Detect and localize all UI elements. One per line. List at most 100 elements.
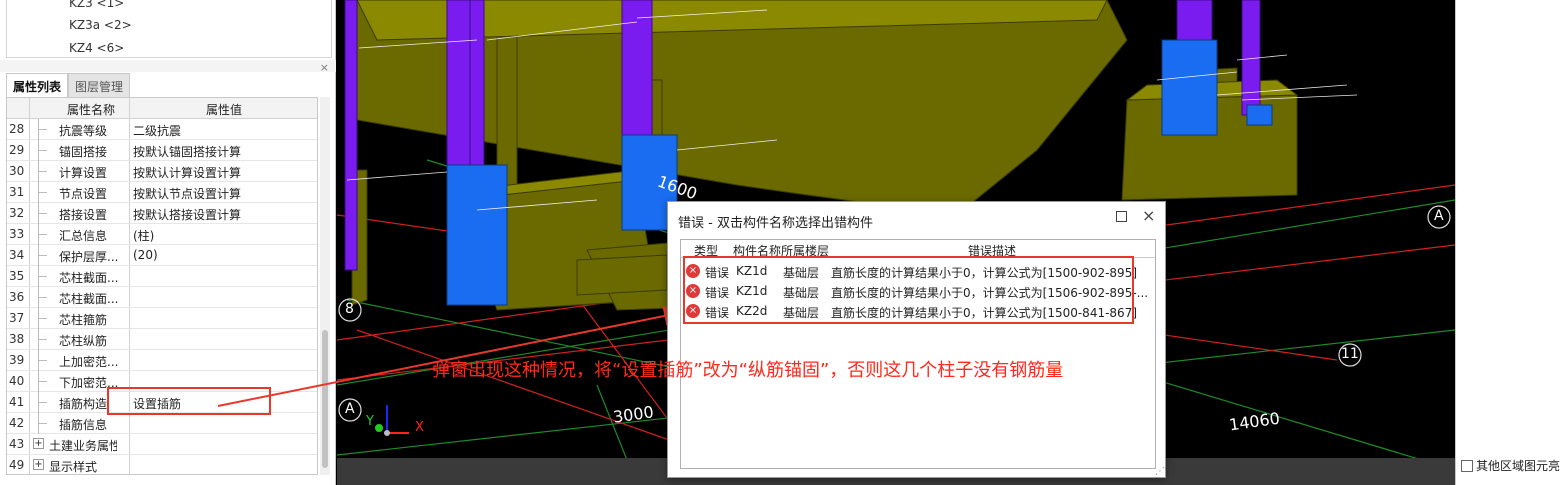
property-value[interactable]: (20) [133, 248, 313, 262]
property-row[interactable]: 37 芯柱箍筋 [7, 308, 317, 329]
property-row[interactable]: 39 上加密范... [7, 350, 317, 371]
property-row[interactable]: 49 + 显示样式 [7, 455, 317, 474]
tree-line [38, 360, 47, 361]
property-name: 显示样式 [49, 460, 98, 474]
tree-line [38, 381, 47, 382]
expand-icon[interactable]: + [33, 438, 44, 449]
property-name: 芯柱纵筋 [59, 334, 108, 348]
property-row[interactable]: 30 计算设置 按默认计算设置计算 [7, 161, 317, 182]
property-name: 抗震等级 [59, 124, 108, 138]
property-name: 保护层厚... [59, 250, 119, 264]
row-number: 43 [9, 437, 25, 451]
row-number: 29 [9, 143, 25, 157]
dialog-title: 错误 - 双击构件名称选择出错构件 [678, 216, 873, 231]
tab-property-list[interactable]: 属性列表 [6, 73, 69, 97]
row-number: 32 [9, 206, 25, 220]
property-table-header: 属性名称 属性值 [7, 98, 317, 119]
property-row[interactable]: 32 搭接设置 按默认搭接设置计算 [7, 203, 317, 224]
close-icon[interactable]: × [1142, 206, 1155, 225]
checkbox-icon[interactable] [1461, 459, 1473, 472]
tree-line [38, 318, 47, 319]
property-value[interactable]: (柱) [133, 227, 313, 244]
tree-line [38, 171, 47, 172]
row-number: 49 [9, 458, 25, 472]
property-row[interactable]: 43 + 土建业务属性 [7, 434, 317, 455]
property-row[interactable]: 35 芯柱截面... [7, 266, 317, 287]
highlight-error-rows [683, 256, 1134, 324]
property-row[interactable]: 29 锚固搭接 按默认锚固搭接计算 [7, 140, 317, 161]
highlight-rebar-setting [107, 387, 271, 415]
row-number: 39 [9, 353, 25, 367]
property-value[interactable]: 二级抗震 [133, 122, 313, 139]
property-name: 搭接设置 [59, 208, 108, 222]
panel-separator [0, 60, 336, 72]
property-row[interactable]: 33 汇总信息 (柱) [7, 224, 317, 245]
tree-line [38, 234, 47, 235]
property-name: 汇总信息 [59, 229, 108, 243]
axis-label: 11 [1341, 346, 1359, 362]
axis-label: 8 [345, 301, 354, 317]
tab-layer-management[interactable]: 图层管理 [68, 73, 131, 97]
tree-line [38, 255, 47, 256]
panel-tabs: 属性列表 图层管理 [6, 73, 131, 97]
tree-line [38, 297, 47, 298]
expand-icon[interactable]: + [33, 459, 44, 470]
tree-line [38, 402, 47, 403]
tree-line [38, 423, 47, 424]
tree-line [38, 192, 47, 193]
property-value[interactable]: 按默认搭接设置计算 [133, 206, 313, 223]
header-property-value: 属性值 [205, 103, 242, 117]
property-row[interactable]: 28 抗震等级 二级抗震 [7, 119, 317, 140]
checkbox-label: 其他区域图元亮 [1476, 459, 1561, 473]
property-row[interactable]: 38 芯柱纵筋 [7, 329, 317, 350]
tree-line [38, 129, 47, 130]
tree-line [38, 276, 47, 277]
row-number: 36 [9, 290, 25, 304]
property-value[interactable]: 按默认节点设置计算 [133, 185, 313, 202]
row-number: 41 [9, 395, 25, 409]
property-name: 锚固搭接 [59, 145, 108, 159]
scrollbar-thumb[interactable] [322, 330, 328, 468]
property-value[interactable]: 按默认计算设置计算 [133, 164, 313, 181]
row-number: 34 [9, 248, 25, 262]
y-axis-label: Y [366, 414, 374, 429]
row-number: 33 [9, 227, 25, 241]
row-number: 28 [9, 122, 25, 136]
property-row[interactable]: 34 保护层厚... (20) [7, 245, 317, 266]
component-tree: KZ3 <1> KZ3a <2> KZ4 <6> [6, 0, 332, 58]
axis-label: A [1434, 208, 1444, 224]
property-name: 芯柱截面... [59, 271, 119, 285]
tree-line [38, 150, 47, 151]
tree-item[interactable]: KZ4 <6> [69, 41, 124, 55]
property-row[interactable]: 36 芯柱截面... [7, 287, 317, 308]
tree-item[interactable]: KZ3 <1> [69, 0, 124, 10]
error-dialog: 错误 - 双击构件名称选择出错构件 × 类型 构件名称 所属楼层 错误描述 × … [667, 201, 1166, 478]
row-number: 38 [9, 332, 25, 346]
property-value[interactable]: 按默认锚固搭接计算 [133, 143, 313, 160]
close-icon[interactable]: × [320, 61, 329, 74]
maximize-icon[interactable] [1116, 211, 1127, 222]
axis-label: A [345, 401, 355, 417]
property-row[interactable]: 31 节点设置 按默认节点设置计算 [7, 182, 317, 203]
property-table: 属性名称 属性值 28 抗震等级 二级抗震 29 锚固搭接 按默认锚固搭接计算 30 计算设置… [6, 97, 318, 475]
row-number: 31 [9, 185, 25, 199]
row-number: 40 [9, 374, 25, 388]
row-number: 37 [9, 311, 25, 325]
row-number: 35 [9, 269, 25, 283]
tree-item[interactable]: KZ3a <2> [69, 18, 132, 32]
other-area-highlight-checkbox[interactable]: 其他区域图元亮 [1461, 457, 1560, 474]
tree-line [38, 339, 47, 340]
row-number: 30 [9, 164, 25, 178]
x-axis-label: X [415, 420, 424, 435]
property-name: 节点设置 [59, 187, 108, 201]
property-name: 上加密范... [59, 355, 119, 369]
resize-grip-icon[interactable]: ⋰ [1155, 466, 1165, 477]
row-number: 42 [9, 416, 25, 430]
property-name: 土建业务属性 [49, 439, 117, 453]
property-name: 芯柱截面... [59, 292, 119, 306]
property-row[interactable]: 42 插筋信息 [7, 413, 317, 434]
property-name: 计算设置 [59, 166, 108, 180]
annotation-text: 弹窗出现这种情况，将“设置插筋”改为“纵筋锚固”，否则这几个柱子没有钢筋量 [432, 360, 1064, 381]
property-name: 芯柱箍筋 [59, 313, 108, 327]
tree-line [38, 213, 47, 214]
